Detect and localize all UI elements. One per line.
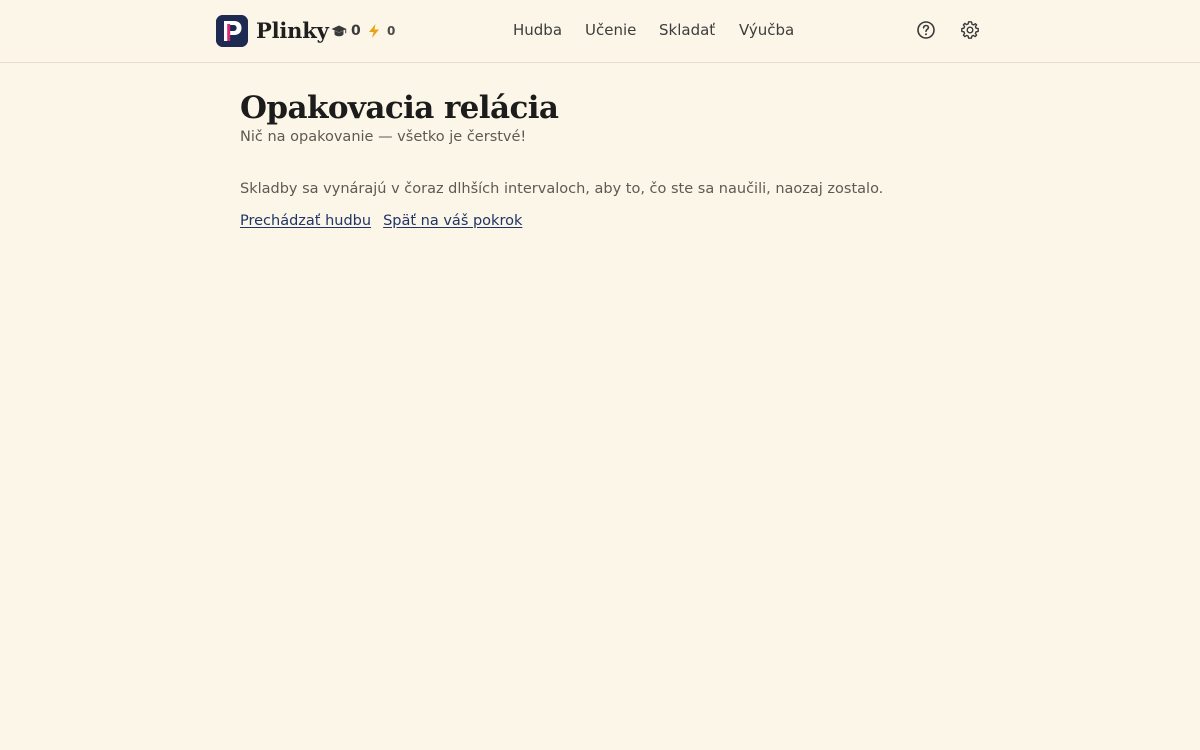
graduation-cap-icon	[331, 23, 347, 39]
xp-counter: 0	[331, 22, 361, 40]
app-logo[interactable]	[216, 15, 248, 47]
page-subtitle: Nič na opakovanie — všetko je čerstvé!	[240, 129, 527, 145]
action-links: Prechádzať hudbu Späť na váš pokrok	[240, 212, 522, 230]
nav-item-ucenie[interactable]: Učenie	[585, 20, 636, 40]
top-header: Plinky 0 0 Hudba Učenie Skladať Výučba	[0, 0, 1200, 63]
nav-item-skladat[interactable]: Skladať	[659, 20, 715, 40]
back-to-progress-link[interactable]: Späť na váš pokrok	[383, 212, 522, 230]
lightning-icon	[367, 23, 383, 39]
gear-icon[interactable]	[960, 20, 980, 40]
browse-music-link[interactable]: Prechádzať hudbu	[240, 212, 371, 230]
brand-name[interactable]: Plinky	[256, 16, 329, 46]
streak-counter: 0	[367, 22, 395, 40]
page-title: Opakovacia relácia	[240, 90, 559, 126]
nav-item-hudba[interactable]: Hudba	[513, 20, 562, 40]
review-explanation: Skladby sa vynárajú v čoraz dlhších inte…	[240, 181, 884, 197]
xp-value: 0	[351, 23, 361, 39]
help-circle-icon[interactable]	[916, 20, 936, 40]
nav-item-vyucba[interactable]: Výučba	[739, 20, 794, 40]
streak-value: 0	[387, 24, 396, 38]
